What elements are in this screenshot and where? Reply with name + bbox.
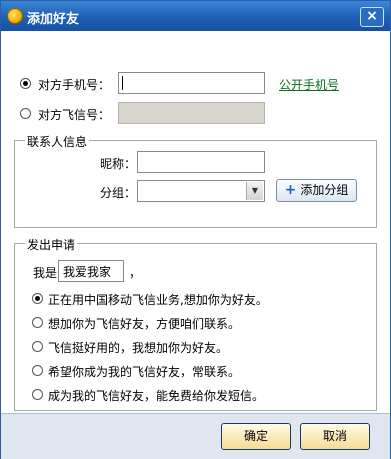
- public-mobile-link[interactable]: 公开手机号: [279, 76, 339, 93]
- request-option-4[interactable]: 希望你成为我的飞信好友，常联系。: [48, 363, 240, 380]
- fetion-label: 对方飞信号：: [38, 108, 111, 122]
- add-group-label: 添加分组: [300, 183, 349, 197]
- group-select[interactable]: ▼: [137, 180, 265, 202]
- me-label: 我是: [33, 266, 58, 280]
- dialog-body: 对方手机号： 公开手机号 对方飞信号： 联系人信息 昵称： 分组： ▼ + 添加分…: [1, 31, 390, 413]
- close-icon[interactable]: ×: [360, 7, 384, 27]
- mobile-radio[interactable]: [20, 78, 31, 89]
- text-caret: [122, 76, 123, 90]
- request-legend: 发出申请: [25, 236, 78, 253]
- ok-button[interactable]: 确定: [221, 423, 291, 450]
- title-bar: 添加好友 ×: [1, 1, 390, 31]
- contact-info-legend: 联系人信息: [25, 133, 90, 150]
- request-option-radio-3[interactable]: [32, 341, 43, 352]
- request-option-2[interactable]: 想加你为飞信好友，方便咱们联系。: [48, 315, 240, 332]
- request-option-5[interactable]: 成为我的飞信好友，能免费给你发短信。: [48, 387, 264, 404]
- request-option-radio-1[interactable]: [32, 293, 43, 304]
- me-suffix: ，: [129, 266, 142, 280]
- request-option-3[interactable]: 飞信挺好用的，我想加你为好友。: [48, 339, 228, 356]
- nickname-label: 昵称：: [100, 157, 137, 171]
- request-option-radio-4[interactable]: [32, 365, 43, 376]
- request-option-radio-5[interactable]: [32, 389, 43, 400]
- nickname-input[interactable]: [137, 151, 265, 173]
- fetion-radio[interactable]: [20, 108, 31, 119]
- chevron-down-icon[interactable]: ▼: [246, 182, 263, 200]
- mobile-input[interactable]: [118, 72, 265, 94]
- mobile-label: 对方手机号：: [38, 78, 111, 92]
- my-name-input[interactable]: 我爱我家: [58, 260, 124, 282]
- dialog-footer: 确定 取消: [1, 413, 390, 459]
- window-title: 添加好友: [27, 12, 80, 27]
- add-friend-dialog: 添加好友 × 对方手机号： 公开手机号 对方飞信号： 联系人信息 昵称： 分组：…: [0, 0, 391, 459]
- request-option-radio-2[interactable]: [32, 317, 43, 328]
- group-label: 分组：: [100, 186, 137, 200]
- fetion-input[interactable]: [118, 102, 265, 124]
- add-group-button[interactable]: + 添加分组: [276, 179, 357, 202]
- plus-icon: +: [284, 182, 297, 198]
- cancel-button[interactable]: 取消: [300, 423, 370, 450]
- fetion-logo-icon: [7, 8, 23, 24]
- request-option-1[interactable]: 正在用中国移动飞信业务,想加你为好友。: [48, 291, 268, 308]
